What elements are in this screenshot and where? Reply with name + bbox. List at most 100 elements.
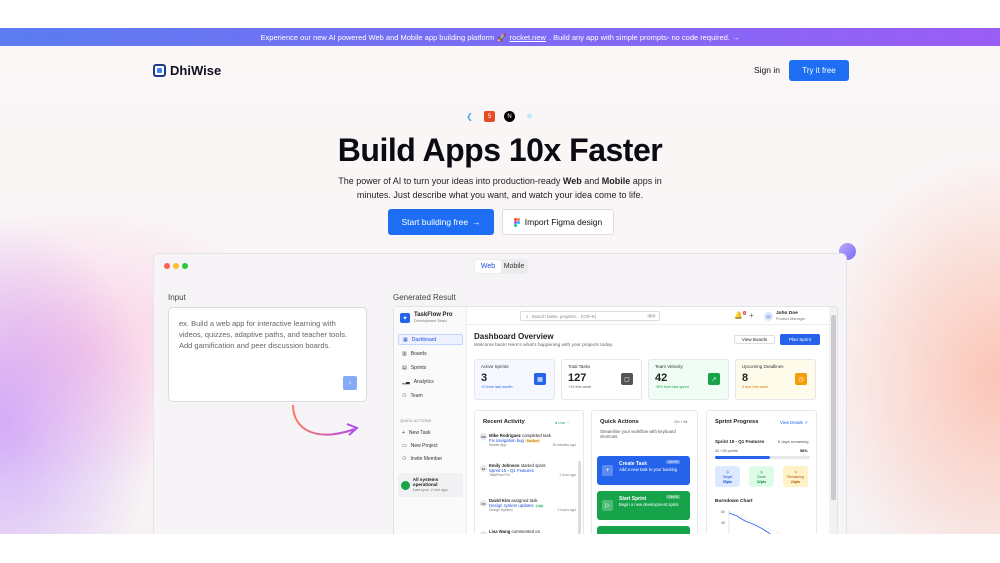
taskflow-logo-icon: ✦ <box>400 313 410 323</box>
sprint-progress-panel: Sprint Progress View Details ↗ Sprint 15… <box>706 410 817 534</box>
board-icon: ▥ <box>402 350 407 357</box>
quick-actions-subtitle: Streamline your workflow with keyboard s… <box>600 429 676 439</box>
brand-name: DhiWise <box>170 63 222 78</box>
list-item[interactable]: EJ Emily Johnson started sprint Sprint 15… <box>480 463 576 477</box>
platform-toggle[interactable]: Web Mobile <box>474 259 528 274</box>
calendar-icon: ▤ <box>402 364 407 371</box>
bell-icon[interactable]: 🔔3 <box>734 311 747 319</box>
try-free-button[interactable]: Try it free <box>789 60 849 81</box>
sprint-percent: 58% <box>800 449 808 453</box>
sidebar-item-team[interactable]: ⚇ Team <box>398 390 463 401</box>
more-action-button[interactable] <box>597 526 690 534</box>
quick-invite-member[interactable]: ⚇ Invite Member <box>398 453 463 464</box>
quick-new-project[interactable]: ▭ New Project <box>398 440 463 451</box>
sprint-days: 6 days remaining <box>778 439 809 444</box>
scrollbar[interactable] <box>829 307 837 534</box>
stat-card-team-velocity[interactable]: Team Velocity 42 +8% from last sprint ↗ <box>648 359 729 400</box>
plus-icon: + <box>402 429 405 436</box>
banner-link[interactable]: rocket.new <box>510 33 546 42</box>
framework-icons: ❮ 5 N ⚛ <box>464 111 535 122</box>
checkbox-icon: ▢ <box>621 373 633 385</box>
folder-icon: ▭ <box>402 442 407 449</box>
arrow-right-icon: → <box>472 217 481 227</box>
arrow-right-icon: › <box>348 379 352 387</box>
quick-actions-title: QUICK ACTIONS <box>400 418 432 423</box>
sidebar-item-sprints[interactable]: ▤ Sprints <box>398 362 463 373</box>
system-status: All systems operational Last sync: 2 min … <box>398 473 463 497</box>
stat-card-active-sprints[interactable]: Active Sprints 3 +2 from last month ▦ <box>474 359 555 400</box>
html5-icon: 5 <box>484 111 495 122</box>
banner-text-after: . Build any app with simple prompts- no … <box>548 32 740 42</box>
sidebar-item-boards[interactable]: ▥ Boards <box>398 348 463 359</box>
user-menu[interactable]: John Doe Product Manager <box>776 311 805 322</box>
stat-card-deadlines[interactable]: Upcoming Deadlines 8 3 due this week ◷ <box>735 359 816 400</box>
start-building-button[interactable]: Start building free → <box>388 209 494 235</box>
burn-y-label-2: 45 <box>721 521 725 525</box>
tab-web[interactable]: Web <box>475 260 501 273</box>
avatar[interactable]: JD <box>764 312 773 321</box>
curved-arrow-icon <box>292 404 359 436</box>
burn-line <box>728 512 771 534</box>
user-plus-icon: ⚇ <box>402 455 407 462</box>
shortcut-hint: Ctrl + Alt <box>674 420 688 424</box>
burn-y-label: 60 <box>721 510 725 514</box>
view-details-link[interactable]: View Details ↗ <box>780 420 808 425</box>
figma-icon <box>513 217 520 227</box>
minimize-dot[interactable] <box>173 263 179 269</box>
page-subtitle: Welcome back! Here's what's happening wi… <box>474 343 613 348</box>
progress-bar <box>715 456 810 459</box>
generated-app-preview: ✦ TaskFlow Pro Development Team ▦ Dashboar… <box>393 306 838 534</box>
import-figma-button[interactable]: Import Figma design <box>502 209 614 235</box>
scrollbar[interactable] <box>578 461 581 534</box>
result-label: Generated Result <box>393 293 456 302</box>
calendar-icon: ▦ <box>534 373 546 385</box>
top-blank <box>0 0 1000 28</box>
app-brand: ✦ TaskFlow Pro Development Team <box>400 312 453 324</box>
flutter-icon: ❮ <box>466 112 473 121</box>
target-icon: ◎ <box>725 469 730 474</box>
tab-mobile[interactable]: Mobile <box>501 260 527 273</box>
sprint-points: 32 / 55 points <box>715 449 738 453</box>
react-icon: ⚛ <box>525 112 534 121</box>
list-item[interactable]: DK David Kim assigned task Design system … <box>480 498 576 512</box>
prompt-input[interactable]: ex. Build a web app for interactive lear… <box>168 307 367 402</box>
send-button[interactable]: › <box>343 376 357 390</box>
demo-window: Web Mobile Input Generated Result ex. Bu… <box>153 253 847 534</box>
sidebar-item-dashboard[interactable]: ▦ Dashboard <box>398 334 463 345</box>
rocket-icon: 🚀 <box>497 32 507 42</box>
quick-new-task[interactable]: + New Task <box>398 427 463 438</box>
plus-icon[interactable]: + <box>749 311 754 320</box>
status-icon <box>401 480 410 490</box>
brand-logo[interactable]: DhiWise <box>153 63 221 78</box>
search-icon: ⌕ <box>526 313 529 319</box>
search-input[interactable]: ⌕ Search tasks, projects... (Ctrl+K) ⌘ K <box>520 311 660 321</box>
play-icon: ▷ <box>602 500 613 511</box>
nextjs-icon: N <box>504 111 515 122</box>
check-icon: ◎ <box>759 469 764 474</box>
sprint-remaining-card: ◷ Remaining 23pts <box>783 466 808 487</box>
promo-banner[interactable]: Experience our new AI powered Web and Mo… <box>0 28 1000 46</box>
clock-icon: ◷ <box>795 373 807 385</box>
close-dot[interactable] <box>164 263 170 269</box>
stat-card-total-tasks[interactable]: Total Tasks 127 +15 this week ▢ <box>561 359 642 400</box>
recent-activity-panel: Recent Activity ● Live ⋯ MR Mike Rodrigu… <box>474 410 584 534</box>
start-sprint-button[interactable]: ▷ Ctrl+S Start Sprint Begin a new develop… <box>597 491 690 520</box>
grid-icon: ▦ <box>403 336 408 343</box>
plus-icon: + <box>602 465 613 476</box>
maximize-dot[interactable] <box>182 263 188 269</box>
plan-sprint-button[interactable]: Plan Sprint <box>780 334 820 345</box>
bottom-blank <box>0 534 1000 563</box>
sprint-name: Sprint 15 - Q1 Features <box>715 439 765 444</box>
sprint-done-card: ◎ Done 32pts <box>749 466 774 487</box>
view-boards-button[interactable]: View Boards <box>734 335 775 344</box>
quick-actions-panel: Quick Actions Ctrl + Alt Streamline your… <box>591 410 698 534</box>
clock-icon: ◷ <box>793 469 798 474</box>
sidebar-item-analytics[interactable]: ▁▃ Analytics <box>398 376 463 387</box>
sprint-target-card: ◎ Target 55pts <box>715 466 740 487</box>
list-item[interactable]: MR Mike Rodriguez completed task Fix navi… <box>480 433 576 447</box>
chart-icon: ▁▃ <box>402 378 410 385</box>
hero-title: Build Apps 10x Faster <box>337 132 663 168</box>
signin-link[interactable]: Sign in <box>754 65 780 75</box>
app-sidebar: ✦ TaskFlow Pro Development Team ▦ Dashboar… <box>394 307 467 534</box>
create-task-button[interactable]: + Ctrl+N Create Task Add a new task to yo… <box>597 456 690 485</box>
